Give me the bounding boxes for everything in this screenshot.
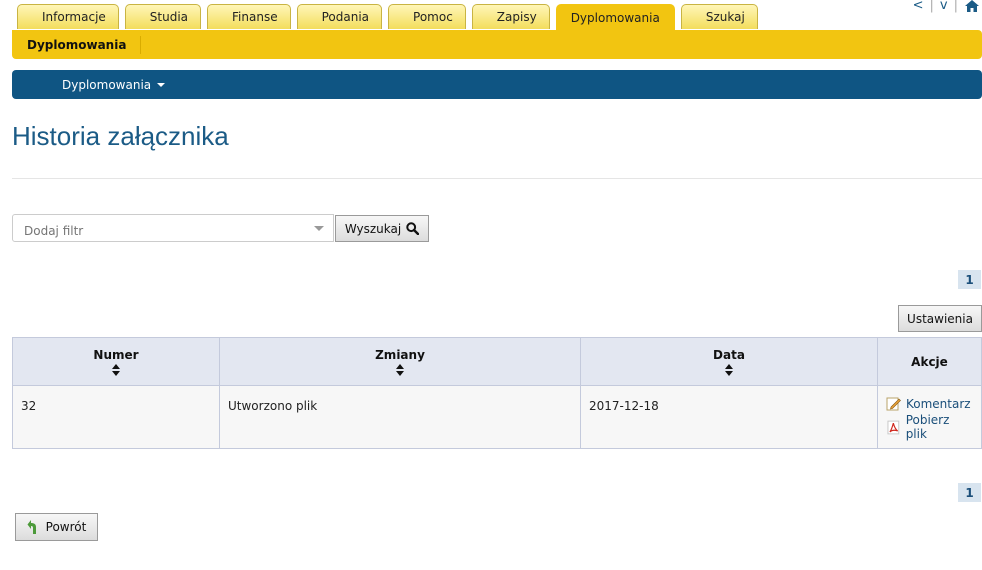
page-title: Historia załącznika bbox=[12, 121, 229, 151]
navbar-dropdown-label: Dyplomowania bbox=[62, 77, 152, 92]
navbar: Dyplomowania bbox=[12, 70, 982, 99]
settings-button-label: Ustawienia bbox=[907, 311, 973, 326]
main-tabs: Informacje Studia Finanse Podania Pomoc … bbox=[17, 4, 758, 30]
column-header-akcje: Akcje bbox=[877, 337, 982, 386]
filter-input[interactable] bbox=[22, 218, 306, 244]
pencil-icon bbox=[886, 397, 901, 411]
sort-icon[interactable] bbox=[724, 363, 734, 376]
back-arrow-icon bbox=[27, 520, 36, 534]
filter-select[interactable] bbox=[12, 214, 334, 244]
search-button[interactable]: Wyszukaj bbox=[335, 215, 429, 242]
separator: | bbox=[929, 0, 934, 13]
comment-action-label: Komentarz bbox=[906, 396, 971, 411]
column-header-numer[interactable]: Numer bbox=[12, 337, 220, 386]
next-link[interactable]: v bbox=[940, 0, 948, 13]
cell-akcje: Komentarz Pobierz plik bbox=[877, 385, 982, 449]
chevron-down-icon[interactable] bbox=[314, 226, 324, 231]
back-button[interactable]: Powrót bbox=[15, 513, 98, 541]
prev-link[interactable]: < bbox=[913, 0, 924, 13]
download-file-action-label: Pobierz plik bbox=[905, 413, 950, 441]
search-icon bbox=[406, 222, 420, 235]
pdf-icon bbox=[887, 420, 900, 434]
sort-icon[interactable] bbox=[111, 363, 121, 376]
table-row: 32 Utworzono plik 2017-12-18 Komentarz P… bbox=[12, 385, 982, 449]
column-header-zmiany[interactable]: Zmiany bbox=[219, 337, 581, 386]
pagination-page-1[interactable]: 1 bbox=[958, 483, 981, 502]
history-table: Numer Zmiany Data Akcje 32 Utworzono pli… bbox=[12, 337, 982, 449]
cell-zmiany: Utworzono plik bbox=[219, 385, 581, 449]
tab-podania[interactable]: Podania bbox=[296, 4, 383, 29]
tab-pomoc[interactable]: Pomoc bbox=[388, 4, 466, 29]
home-icon[interactable] bbox=[964, 0, 980, 13]
submenu-bar: Dyplomowania bbox=[12, 30, 982, 59]
top-links: < | v | bbox=[913, 0, 980, 13]
sort-icon[interactable] bbox=[395, 363, 405, 376]
table-header-row: Numer Zmiany Data Akcje bbox=[12, 337, 982, 386]
tab-dyplomowania[interactable]: Dyplomowania bbox=[555, 4, 675, 30]
submenu-item-dyplomowania[interactable]: Dyplomowania bbox=[27, 35, 142, 54]
navbar-dropdown[interactable]: Dyplomowania bbox=[62, 77, 166, 92]
comment-action[interactable]: Komentarz bbox=[886, 396, 973, 411]
column-header-data[interactable]: Data bbox=[580, 337, 878, 386]
divider bbox=[12, 178, 982, 179]
pagination-page-1[interactable]: 1 bbox=[958, 270, 981, 289]
caret-down-icon bbox=[157, 82, 166, 87]
download-file-action[interactable]: Pobierz plik bbox=[886, 413, 973, 441]
tab-finanse[interactable]: Finanse bbox=[207, 4, 291, 29]
cell-numer: 32 bbox=[12, 385, 220, 449]
back-button-label: Powrót bbox=[45, 520, 87, 534]
tab-zapisy[interactable]: Zapisy bbox=[471, 4, 550, 29]
search-button-label: Wyszukaj bbox=[344, 221, 402, 236]
cell-data: 2017-12-18 bbox=[580, 385, 878, 449]
tab-szukaj[interactable]: Szukaj bbox=[680, 4, 758, 29]
settings-button[interactable]: Ustawienia bbox=[898, 305, 982, 332]
separator: | bbox=[953, 0, 958, 13]
tab-informacje[interactable]: Informacje bbox=[17, 4, 119, 29]
tab-studia[interactable]: Studia bbox=[124, 4, 202, 29]
